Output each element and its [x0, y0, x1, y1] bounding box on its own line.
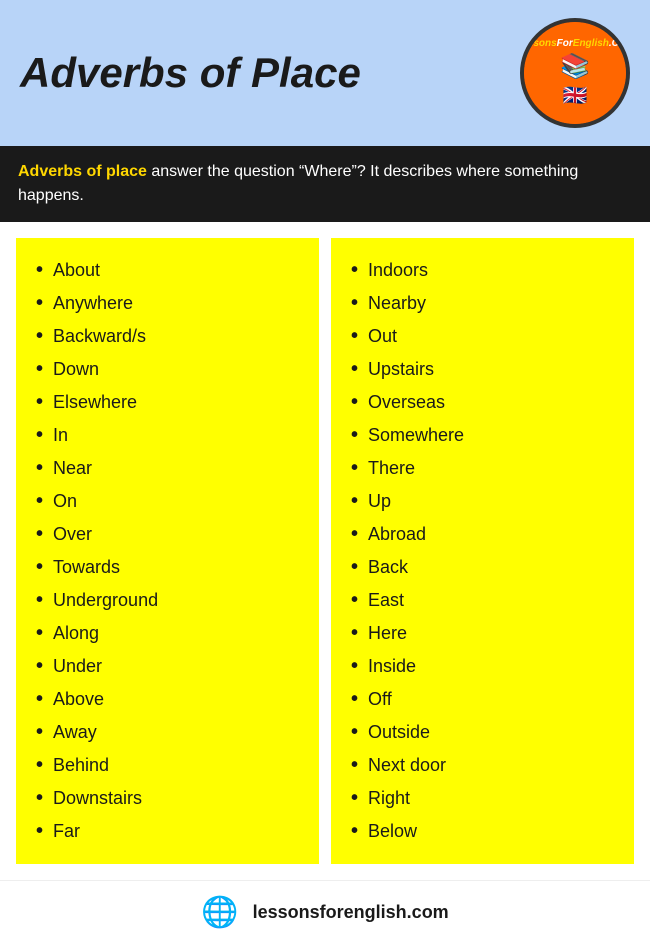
list-item: Upstairs — [351, 353, 624, 386]
list-item: Towards — [36, 551, 309, 584]
columns-wrapper: AboutAnywhereBackward/sDownElsewhereInNe… — [10, 232, 640, 870]
list-item: Off — [351, 683, 624, 716]
list-item: Above — [36, 683, 309, 716]
content-area: AboutAnywhereBackward/sDownElsewhereInNe… — [0, 222, 650, 880]
list-item: Downstairs — [36, 782, 309, 815]
list-item: Over — [36, 518, 309, 551]
list-item: Near — [36, 452, 309, 485]
page-title: Adverbs of Place — [20, 49, 361, 97]
footer-url: lessonsforenglish.com — [253, 902, 449, 923]
list-item: Outside — [351, 716, 624, 749]
list-item: Away — [36, 716, 309, 749]
list-item: In — [36, 419, 309, 452]
list-item: Out — [351, 320, 624, 353]
list-item: Right — [351, 782, 624, 815]
list-item: Somewhere — [351, 419, 624, 452]
list-item: Along — [36, 617, 309, 650]
logo: LessonsForEnglish.Com 📚 🇬🇧 — [520, 18, 630, 128]
list-item: Abroad — [351, 518, 624, 551]
list-item: About — [36, 254, 309, 287]
list-item: Indoors — [351, 254, 624, 287]
logo-flag-icon: 🇬🇧 — [563, 83, 588, 108]
list-item: Far — [36, 815, 309, 848]
left-list: AboutAnywhereBackward/sDownElsewhereInNe… — [36, 254, 309, 848]
list-item: Elsewhere — [36, 386, 309, 419]
list-item: Up — [351, 485, 624, 518]
footer: 🌐 lessonsforenglish.com — [0, 880, 650, 940]
right-list: IndoorsNearbyOutUpstairsOverseasSomewher… — [351, 254, 624, 848]
list-item: East — [351, 584, 624, 617]
list-item: Backward/s — [36, 320, 309, 353]
description-bar: Adverbs of place answer the question “Wh… — [0, 146, 650, 222]
list-item: Underground — [36, 584, 309, 617]
list-item: Here — [351, 617, 624, 650]
list-item: Under — [36, 650, 309, 683]
right-column: IndoorsNearbyOutUpstairsOverseasSomewher… — [331, 238, 634, 864]
list-item: Overseas — [351, 386, 624, 419]
list-item: Anywhere — [36, 287, 309, 320]
globe-icon: 🌐 — [201, 895, 238, 930]
left-column: AboutAnywhereBackward/sDownElsewhereInNe… — [16, 238, 319, 864]
list-item: Inside — [351, 650, 624, 683]
description-highlight: Adverbs of place — [18, 163, 147, 180]
list-item: Back — [351, 551, 624, 584]
header-section: Adverbs of Place LessonsForEnglish.Com 📚… — [0, 0, 650, 146]
list-item: Next door — [351, 749, 624, 782]
list-item: Below — [351, 815, 624, 848]
list-item: On — [36, 485, 309, 518]
logo-text: LessonsForEnglish.Com — [520, 38, 630, 50]
logo-books-icon: 📚 — [560, 52, 590, 81]
list-item: Nearby — [351, 287, 624, 320]
list-item: Behind — [36, 749, 309, 782]
list-item: Down — [36, 353, 309, 386]
list-item: There — [351, 452, 624, 485]
